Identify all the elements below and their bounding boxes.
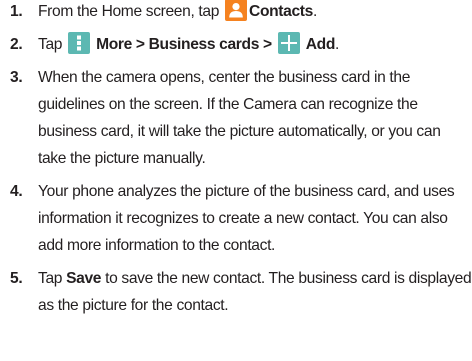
more-business-cards-label: More > Business cards > <box>96 36 272 53</box>
step-1: 1. From the Home screen, tap Contacts. <box>10 0 472 25</box>
step-text: to save the new contact. The business ca… <box>38 270 472 314</box>
add-label: Add <box>305 36 336 53</box>
step-number: 2. <box>10 36 23 53</box>
instruction-document: 1. From the Home screen, tap Contacts. 2… <box>0 0 472 361</box>
step-punct: . <box>335 36 339 53</box>
step-number: 1. <box>10 3 23 20</box>
step-text: Tap <box>38 270 63 287</box>
step-3: 3. When the camera opens, center the bus… <box>10 64 472 172</box>
step-text: Your phone analyzes the picture of the b… <box>38 183 455 254</box>
step-number: 5. <box>10 270 23 287</box>
contacts-label: Contacts <box>249 3 313 20</box>
step-5: 5. Tap Save to save the new contact. The… <box>10 265 472 319</box>
step-text: When the camera opens, center the busine… <box>38 69 441 167</box>
contacts-icon <box>225 0 248 21</box>
steps-list: 1. From the Home screen, tap Contacts. 2… <box>0 0 472 319</box>
step-2: 2. Tap More > Business cards > Add. <box>10 31 472 58</box>
more-vertical-icon <box>68 32 91 54</box>
step-number: 4. <box>10 183 23 200</box>
step-text: Tap <box>38 36 63 53</box>
step-number: 3. <box>10 69 23 86</box>
add-plus-icon <box>277 32 300 54</box>
step-text: From the Home screen, tap <box>38 3 220 20</box>
step-4: 4. Your phone analyzes the picture of th… <box>10 178 472 259</box>
step-punct: . <box>312 3 317 20</box>
save-label: Save <box>66 270 102 287</box>
